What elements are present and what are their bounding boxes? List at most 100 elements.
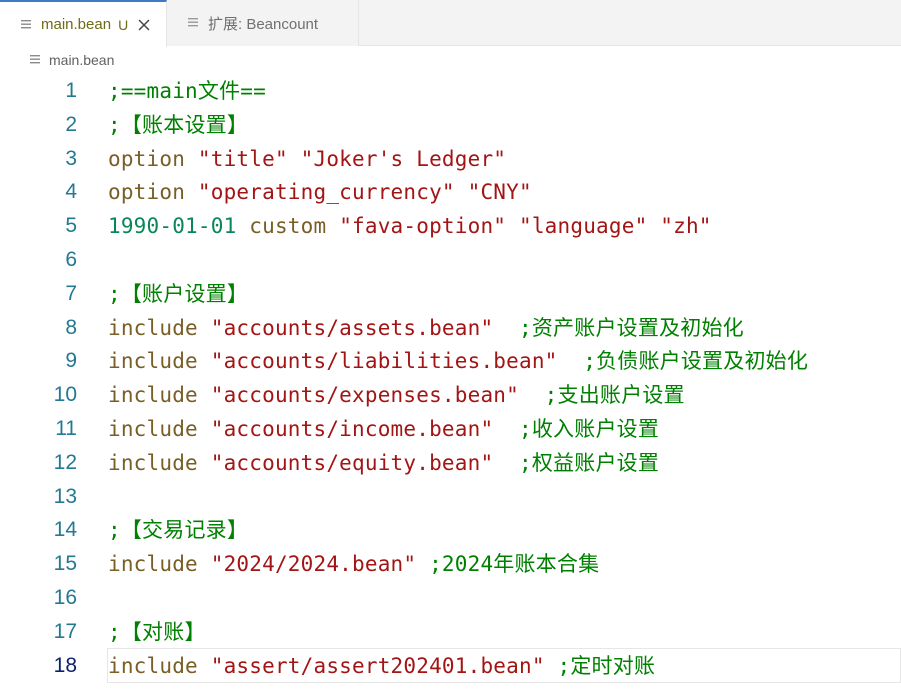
line-content[interactable]: ;【账户设置】 bbox=[108, 277, 900, 310]
line-number: 15 bbox=[53, 552, 77, 576]
token-keyword: option bbox=[108, 180, 186, 205]
line-content[interactable]: include "accounts/liabilities.bean" ;负债账… bbox=[108, 344, 900, 377]
line-content[interactable]: include "2024/2024.bean" ;2024年账本合集 bbox=[108, 547, 900, 580]
code-line[interactable]: 18 include "assert/assert202401.bean" ;定时… bbox=[0, 647, 901, 683]
token-keyword: custom bbox=[249, 214, 327, 239]
line-number: 11 bbox=[55, 417, 77, 440]
token-string: "assert/assert202401.bean" bbox=[210, 653, 545, 678]
code-line[interactable]: 12 include "accounts/equity.bean" ;权益账户设置 bbox=[0, 446, 901, 480]
token-keyword: include bbox=[108, 552, 198, 577]
line-content[interactable]: include "assert/assert202401.bean" ;定时对账 bbox=[107, 647, 901, 683]
file-lines-icon bbox=[188, 17, 199, 29]
token-string: "fava-option" bbox=[339, 214, 507, 239]
line-content[interactable]: include "accounts/equity.bean" ;权益账户设置 bbox=[108, 446, 900, 479]
line-number: 4 bbox=[65, 180, 77, 204]
token-comment: ;负债账户设置及初始化 bbox=[583, 349, 809, 374]
token-string: "accounts/equity.bean" bbox=[210, 450, 494, 475]
token-string: "accounts/assets.bean" bbox=[210, 315, 494, 340]
token-keyword: include bbox=[108, 450, 198, 475]
code-line[interactable]: 8 include "accounts/assets.bean" ;资产账户设置及… bbox=[0, 311, 901, 345]
line-number: 9 bbox=[65, 349, 77, 373]
code-line[interactable]: 2 ;【账本设置】 bbox=[0, 108, 901, 142]
token-comment: ;权益账户设置 bbox=[519, 450, 660, 475]
code-editor[interactable]: 1 ;==main文件== 2 ;【账本设置】 3 option "title" "Jok… bbox=[0, 74, 901, 699]
code-line[interactable]: 4 option "operating_currency" "CNY" bbox=[0, 175, 901, 209]
token-comment: ;2024年账本合集 bbox=[429, 552, 600, 577]
line-content[interactable]: include "accounts/income.bean" ;收入账户设置 bbox=[108, 412, 900, 445]
untracked-status-badge: U bbox=[118, 16, 129, 33]
token-keyword: include bbox=[108, 315, 198, 340]
close-icon[interactable] bbox=[137, 18, 151, 32]
breadcrumb[interactable]: main.bean bbox=[0, 46, 901, 74]
token-string: "CNY" bbox=[467, 180, 532, 205]
code-line[interactable]: 16 bbox=[0, 581, 901, 615]
line-number: 8 bbox=[65, 315, 77, 339]
code-line[interactable]: 15 include "2024/2024.bean" ;2024年账本合集 bbox=[0, 547, 901, 581]
line-number: 17 bbox=[53, 619, 77, 643]
token-comment: ;【账本设置】 bbox=[108, 112, 249, 137]
code-line[interactable]: 11 include "accounts/income.bean" ;收入账户设置 bbox=[0, 412, 901, 446]
token-keyword: include bbox=[108, 653, 198, 678]
tab-label: main.bean bbox=[41, 16, 112, 33]
token-comment: ;【账户设置】 bbox=[108, 281, 249, 306]
token-string: "language" bbox=[519, 214, 648, 239]
line-content[interactable] bbox=[108, 480, 900, 513]
line-number: 3 bbox=[65, 146, 77, 170]
line-number: 1 bbox=[65, 79, 77, 102]
line-number: 18 bbox=[53, 653, 77, 677]
line-content[interactable] bbox=[108, 581, 900, 614]
code-line[interactable]: 17 ;【对账】 bbox=[0, 615, 901, 649]
token-string: "zh" bbox=[660, 214, 712, 239]
line-number: 2 bbox=[65, 112, 77, 136]
line-content[interactable] bbox=[108, 243, 900, 276]
code-line[interactable]: 14 ;【交易记录】 bbox=[0, 513, 901, 547]
line-number: 10 bbox=[53, 383, 77, 407]
code-line[interactable]: 5 1990-01-01 custom "fava-option" "langua… bbox=[0, 209, 901, 243]
token-keyword: option bbox=[108, 146, 186, 171]
token-comment: ;==main文件== bbox=[108, 79, 266, 103]
line-number: 12 bbox=[53, 450, 77, 474]
code-line[interactable]: 7 ;【账户设置】 bbox=[0, 277, 901, 311]
token-string: "title" bbox=[197, 146, 288, 171]
code-line[interactable]: 3 option "title" "Joker's Ledger" bbox=[0, 142, 901, 176]
line-content[interactable]: include "accounts/expenses.bean" ;支出账户设置 bbox=[108, 378, 900, 411]
line-content[interactable]: 1990-01-01 custom "fava-option" "languag… bbox=[108, 209, 900, 242]
line-content[interactable]: ;【账本设置】 bbox=[108, 108, 900, 141]
tab-bar: main.bean U 扩展: Beancount bbox=[0, 0, 901, 47]
line-content[interactable]: ;【交易记录】 bbox=[108, 513, 900, 546]
line-content[interactable]: ;==main文件== bbox=[108, 74, 900, 107]
line-number: 7 bbox=[65, 281, 77, 305]
tab-label: 扩展: Beancount bbox=[208, 15, 319, 33]
token-comment: ;支出账户设置 bbox=[544, 383, 685, 408]
code-line[interactable]: 13 bbox=[0, 480, 901, 514]
line-content[interactable]: include "accounts/assets.bean" ;资产账户设置及初… bbox=[108, 311, 900, 344]
tab-extension-beancount[interactable]: 扩展: Beancount bbox=[167, 0, 359, 46]
token-comment: ;【交易记录】 bbox=[108, 518, 249, 543]
tab-main-bean[interactable]: main.bean U bbox=[0, 0, 167, 47]
line-number: 13 bbox=[53, 484, 77, 508]
token-comment: ;收入账户设置 bbox=[519, 417, 660, 441]
code-line[interactable]: 10 include "accounts/expenses.bean" ;支出账户… bbox=[0, 378, 901, 412]
token-keyword: include bbox=[108, 383, 198, 408]
line-content[interactable]: ;【对账】 bbox=[108, 615, 900, 648]
token-comment: ;资产账户设置及初始化 bbox=[519, 315, 744, 340]
code-line[interactable]: 1 ;==main文件== bbox=[0, 74, 901, 108]
code-line[interactable]: 6 bbox=[0, 243, 901, 277]
line-content[interactable]: option "operating_currency" "CNY" bbox=[108, 175, 900, 208]
code-line[interactable]: 9 include "accounts/liabilities.bean" ;负债… bbox=[0, 344, 901, 378]
line-content[interactable]: option "title" "Joker's Ledger" bbox=[108, 142, 900, 175]
